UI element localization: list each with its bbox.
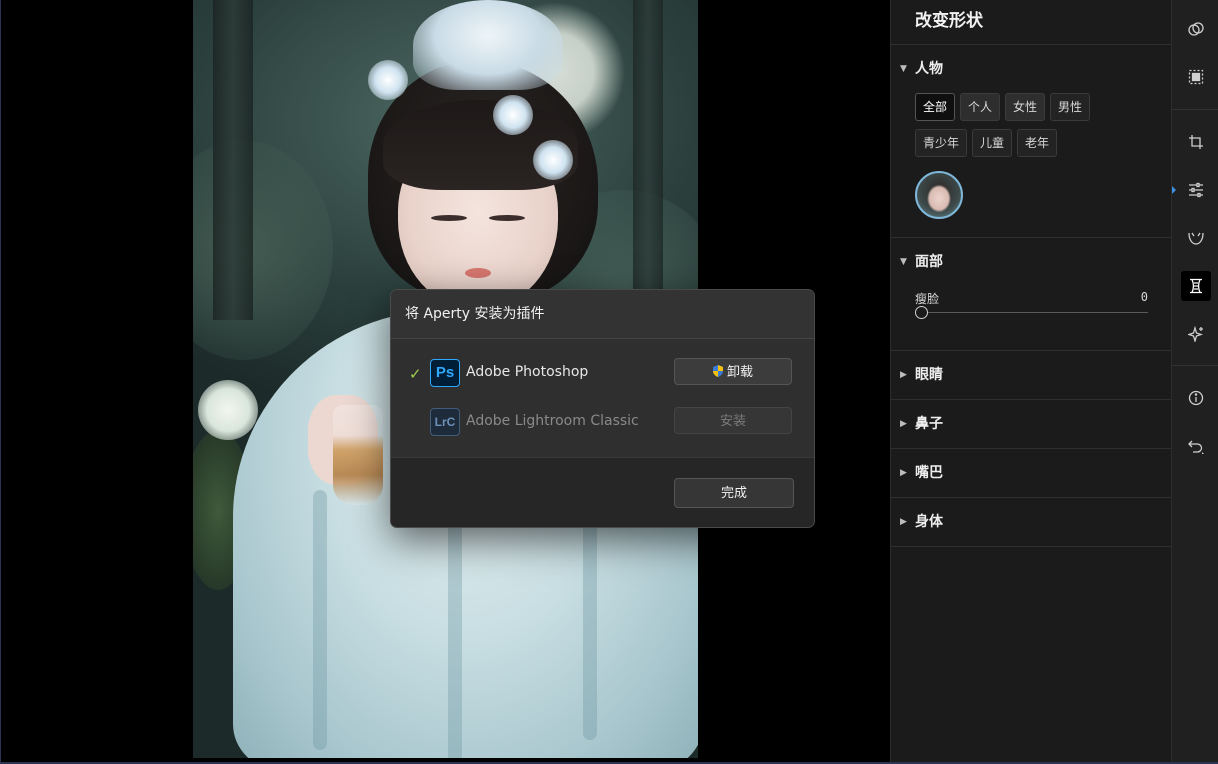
tree-trunk xyxy=(213,0,253,320)
filter-chip-male[interactable]: 男性 xyxy=(1050,93,1091,121)
filter-chip-female[interactable]: 女性 xyxy=(1005,93,1046,121)
dialog-body: ✓ Ps Adobe Photoshop 卸载 LrC Adobe Lightr… xyxy=(391,339,814,457)
people-filter-chips: 全部 个人 女性 男性 青少年 儿童 老年 xyxy=(891,93,1172,165)
collapsed-triangle-icon: ▶ xyxy=(900,517,907,527)
uac-shield-icon xyxy=(712,365,723,377)
hair-flower xyxy=(493,95,533,135)
undo-icon[interactable] xyxy=(1181,432,1211,462)
app-name-lightroom: Adobe Lightroom Classic xyxy=(466,413,639,429)
sparkle-icon[interactable] xyxy=(1181,319,1211,349)
section-label: 眼睛 xyxy=(915,367,943,383)
lips xyxy=(465,268,491,278)
section-label: 嘴巴 xyxy=(915,465,943,481)
collapsed-triangle-icon: ▶ xyxy=(900,419,907,429)
slider-value[interactable]: 0 xyxy=(1141,290,1148,304)
uninstall-button[interactable]: 卸载 xyxy=(674,358,792,385)
eye xyxy=(489,215,525,221)
lily-flower xyxy=(198,380,258,440)
slider-label: 瘦脸 xyxy=(915,292,940,306)
tree-trunk xyxy=(633,0,663,300)
plugin-row-photoshop: ✓ Ps Adobe Photoshop 卸载 xyxy=(391,357,814,391)
app-name-photoshop: Adobe Photoshop xyxy=(466,364,589,380)
plugin-row-lightroom: LrC Adobe Lightroom Classic 安装 xyxy=(391,406,814,440)
chip-row: 青少年 儿童 老年 xyxy=(915,129,1172,165)
filter-chip-individual[interactable]: 个人 xyxy=(960,93,1001,121)
section-label: 面部 xyxy=(915,254,943,270)
dialog-title: 将 Aperty 安装为插件 xyxy=(391,290,814,339)
section-header-face[interactable]: ▼ 面部 xyxy=(891,238,1172,286)
tool-strip xyxy=(1171,0,1218,764)
section-header-eyes[interactable]: ▶ 眼睛 xyxy=(891,351,1172,399)
body-shape-icon[interactable] xyxy=(1181,271,1211,301)
photoshop-icon: Ps xyxy=(430,359,460,387)
app-window: 将 Aperty 安装为插件 ✓ Ps Adobe Photoshop 卸载 L… xyxy=(0,0,1218,764)
eye xyxy=(431,215,467,221)
section-nose: ▶ 鼻子 xyxy=(891,400,1172,449)
panel-active-marker xyxy=(1172,186,1176,194)
expanded-triangle-icon: ▼ xyxy=(900,257,907,267)
done-button[interactable]: 完成 xyxy=(674,478,794,508)
lightroom-classic-icon: LrC xyxy=(430,408,460,436)
crop-icon[interactable] xyxy=(1181,127,1211,157)
divider xyxy=(1172,365,1218,366)
chip-row: 全部 个人 女性 男性 xyxy=(915,93,1172,129)
wine-glass xyxy=(333,405,383,505)
window-edge xyxy=(0,0,1,764)
face-shape-icon[interactable] xyxy=(1181,223,1211,253)
person-avatar[interactable] xyxy=(915,171,963,219)
section-eyes: ▶ 眼睛 xyxy=(891,351,1172,400)
adjust-sliders-icon[interactable] xyxy=(1181,175,1211,205)
divider xyxy=(1172,109,1218,110)
slim-face-slider-row: 瘦脸 0 xyxy=(891,286,1172,350)
section-header-body[interactable]: ▶ 身体 xyxy=(891,498,1172,546)
install-button[interactable]: 安装 xyxy=(674,407,792,434)
installed-check-icon: ✓ xyxy=(409,365,422,383)
section-people: ▼ 人物 全部 个人 女性 男性 青少年 儿童 老年 xyxy=(891,45,1172,238)
overlap-circles-icon[interactable] xyxy=(1181,14,1211,44)
select-subject-icon[interactable] xyxy=(1181,62,1211,92)
section-header-nose[interactable]: ▶ 鼻子 xyxy=(891,400,1172,448)
detected-people xyxy=(891,165,1172,237)
section-header-mouth[interactable]: ▶ 嘴巴 xyxy=(891,449,1172,497)
slider-track[interactable] xyxy=(923,312,1148,313)
section-face: ▼ 面部 瘦脸 0 xyxy=(891,238,1172,351)
info-icon[interactable] xyxy=(1181,383,1211,413)
hair-flower xyxy=(533,140,573,180)
install-plugin-dialog: 将 Aperty 安装为插件 ✓ Ps Adobe Photoshop 卸载 L… xyxy=(390,289,815,528)
section-body: ▶ 身体 xyxy=(891,498,1172,547)
filter-chip-senior[interactable]: 老年 xyxy=(1017,129,1058,157)
hair-flower xyxy=(368,60,408,100)
expanded-triangle-icon: ▼ xyxy=(900,64,907,74)
reshape-panel: 改变形状 ▼ 人物 全部 个人 女性 男性 青少年 儿童 老年 ▼ 面部 瘦脸 … xyxy=(890,0,1172,764)
section-header-people[interactable]: ▼ 人物 xyxy=(891,45,1172,93)
section-label: 身体 xyxy=(915,514,943,530)
filter-chip-teen[interactable]: 青少年 xyxy=(915,129,968,157)
uninstall-label: 卸载 xyxy=(726,365,753,380)
section-label: 人物 xyxy=(915,61,943,77)
collapsed-triangle-icon: ▶ xyxy=(900,468,907,478)
slider-knob[interactable] xyxy=(915,306,928,319)
dialog-footer: 完成 xyxy=(391,457,814,527)
section-label: 鼻子 xyxy=(915,416,943,432)
panel-title: 改变形状 xyxy=(891,0,1172,45)
robe-fold xyxy=(313,490,327,750)
hair-ornament xyxy=(413,0,563,90)
filter-chip-child[interactable]: 儿童 xyxy=(972,129,1013,157)
robe-fold xyxy=(448,520,462,758)
filter-chip-all[interactable]: 全部 xyxy=(915,93,956,121)
section-mouth: ▶ 嘴巴 xyxy=(891,449,1172,498)
collapsed-triangle-icon: ▶ xyxy=(900,370,907,380)
